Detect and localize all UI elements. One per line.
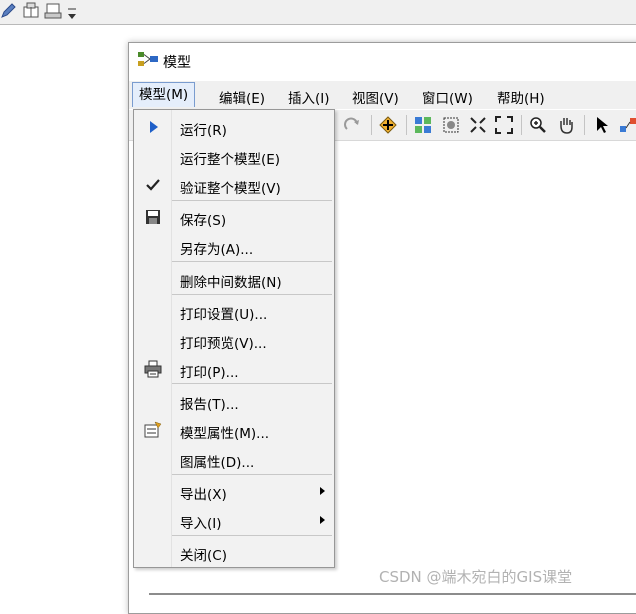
submenu-arrow-icon (320, 487, 325, 495)
menu-item-print-preview[interactable]: 打印预览(V)... (135, 326, 333, 354)
menu-bar: 模型(M) 编辑(E) 插入(I) 视图(V) 窗口(W) 帮助(H) (129, 81, 636, 109)
menu-item-run[interactable]: 运行(R) (135, 113, 333, 141)
menu-window[interactable]: 窗口(W) (422, 87, 473, 107)
submenu-arrow-icon (320, 516, 325, 524)
connect-icon[interactable] (619, 116, 636, 134)
save-icon (146, 210, 160, 224)
menu-item-label: 报告(T)... (180, 397, 239, 413)
menu-item-label: 运行(R) (180, 123, 227, 139)
model-builder-icon (138, 52, 158, 66)
menu-item-label: 打印设置(U)... (180, 307, 268, 323)
menu-item-print-setup[interactable]: 打印设置(U)... (135, 297, 333, 325)
model-menu-dropdown: 运行(R) 运行整个模型(E) 验证整个模型(V) 保存(S) 另存为(A)..… (133, 109, 335, 568)
toolbar-separator (371, 115, 372, 135)
title-bar: 模型 (129, 43, 636, 81)
menu-separator (172, 261, 332, 262)
menu-item-label: 模型属性(M)... (180, 426, 270, 442)
menu-item-model-properties[interactable]: 模型属性(M)... (135, 416, 333, 444)
menu-item-label: 导出(X) (180, 487, 227, 503)
full-extent-icon[interactable] (469, 116, 487, 134)
menu-item-delete-intermediate-data[interactable]: 删除中间数据(N) (135, 265, 333, 293)
menu-item-save[interactable]: 保存(S) (135, 203, 333, 231)
menu-edit[interactable]: 编辑(E) (219, 87, 265, 107)
menu-item-label: 打印预览(V)... (180, 336, 267, 352)
menu-item-validate-entire-model[interactable]: 验证整个模型(V) (135, 171, 333, 199)
menu-item-report[interactable]: 报告(T)... (135, 387, 333, 415)
toolbar-separator (521, 115, 522, 135)
menu-item-label: 关闭(C) (180, 548, 227, 564)
toolbar-overflow-icon[interactable] (66, 5, 78, 23)
watermark: CSDN @端木宛白的GIS课堂 (379, 568, 573, 586)
canvas-bottom-border (149, 593, 636, 595)
host-toolbar (0, 0, 636, 25)
menu-separator (172, 383, 332, 384)
checkmark-icon (146, 179, 160, 191)
menu-separator (172, 200, 332, 201)
run-triangle-icon (150, 121, 158, 133)
add-data-icon[interactable] (379, 116, 397, 134)
toolbar-separator (584, 115, 585, 135)
menu-item-run-entire-model[interactable]: 运行整个模型(E) (135, 142, 333, 170)
toolbar-separator (406, 115, 407, 135)
menu-model[interactable]: 模型(M) (132, 82, 196, 107)
menu-help[interactable]: 帮助(H) (497, 87, 545, 107)
menu-insert[interactable]: 插入(I) (288, 87, 330, 107)
menu-item-label: 导入(I) (180, 516, 222, 532)
menu-item-label: 删除中间数据(N) (180, 275, 282, 291)
redo-icon[interactable] (343, 116, 361, 134)
auto-layout-icon[interactable] (414, 116, 432, 134)
menu-item-close[interactable]: 关闭(C) (135, 538, 333, 566)
menu-item-diagram-properties[interactable]: 图属性(D)... (135, 445, 333, 473)
menu-item-print[interactable]: 打印(P)... (135, 355, 333, 383)
zoom-in-icon[interactable] (529, 116, 547, 134)
menu-item-import[interactable]: 导入(I) (135, 506, 333, 534)
menu-item-label: 运行整个模型(E) (180, 152, 281, 168)
select-pointer-icon[interactable] (593, 116, 611, 134)
menu-separator (172, 294, 332, 295)
pan-hand-icon[interactable] (557, 116, 575, 134)
printer-icon (144, 360, 162, 378)
menu-item-label: 另存为(A)... (180, 242, 254, 258)
select-all-icon[interactable] (442, 116, 460, 134)
menu-separator (172, 474, 332, 475)
layout-tool-icon[interactable] (44, 2, 62, 20)
edit-pencil-icon[interactable] (0, 2, 18, 20)
menu-item-label: 打印(P)... (180, 365, 239, 381)
fit-to-window-icon[interactable] (495, 116, 513, 134)
menu-item-label: 图属性(D)... (180, 455, 255, 471)
window-title: 模型 (163, 55, 191, 71)
menu-view[interactable]: 视图(V) (352, 87, 399, 107)
menu-item-label: 保存(S) (180, 213, 227, 229)
menu-item-save-as[interactable]: 另存为(A)... (135, 232, 333, 260)
menu-separator (172, 535, 332, 536)
menu-item-export[interactable]: 导出(X) (135, 477, 333, 505)
menu-item-label: 验证整个模型(V) (180, 181, 281, 197)
table-tool-icon[interactable] (22, 2, 40, 20)
model-properties-icon (144, 421, 162, 438)
